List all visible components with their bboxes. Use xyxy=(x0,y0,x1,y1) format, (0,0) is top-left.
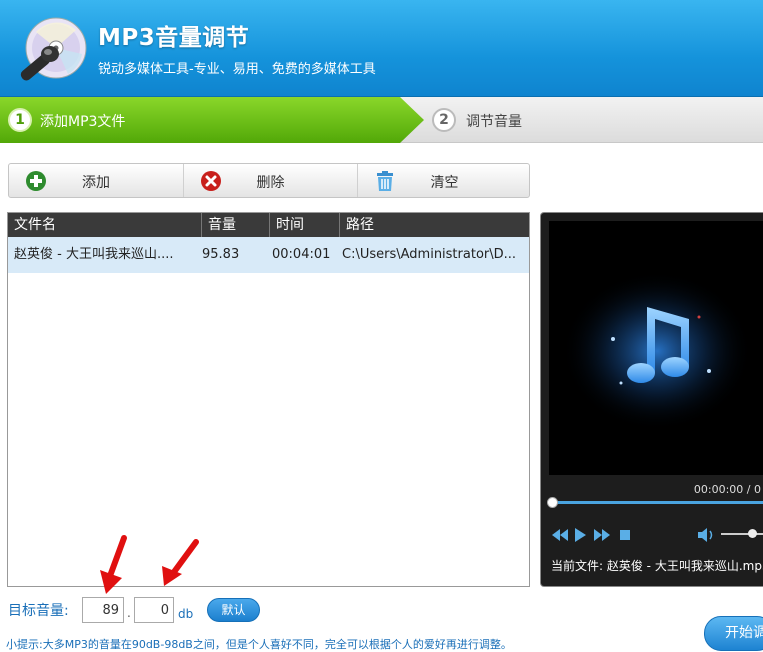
cell-volume: 95.83 xyxy=(202,247,240,262)
table-row[interactable]: 赵英俊 - 大王叫我来巡山.... 95.83 00:04:01 C:\User… xyxy=(8,237,529,273)
delete-button[interactable]: 删除 xyxy=(183,164,357,197)
column-header-volume[interactable]: 音量 xyxy=(202,213,270,237)
step-label: 调节音量 xyxy=(466,114,522,130)
default-button[interactable]: 默认 xyxy=(207,598,260,622)
app-subtitle: 锐动多媒体工具-专业、易用、免费的多媒体工具 xyxy=(98,62,376,77)
annotation-arrow xyxy=(100,535,127,594)
step-label: 添加MP3文件 xyxy=(40,114,126,130)
preview-player: 00:00:00 / 0 当前文件: 赵英俊 - 大王叫我来巡山.mp3 xyxy=(540,212,763,587)
volume-decimal-input[interactable] xyxy=(134,597,174,623)
unit-label: db xyxy=(178,607,194,621)
add-label: 添加 xyxy=(82,175,110,191)
step-number: 2 xyxy=(432,108,456,132)
clear-label: 清空 xyxy=(430,175,459,191)
app-header: MP3音量调节 锐动多媒体工具-专业、易用、免费的多媒体工具 xyxy=(0,0,763,97)
file-table: 文件名 音量 时间 路径 赵英俊 - 大王叫我来巡山.... 95.83 00:… xyxy=(7,212,530,587)
cd-microphone-icon xyxy=(20,17,87,81)
add-button[interactable]: 添加 xyxy=(9,164,183,197)
volume-slider-handle[interactable] xyxy=(748,529,757,538)
stop-icon[interactable] xyxy=(619,527,631,543)
column-header-filename[interactable]: 文件名 xyxy=(8,213,202,237)
play-icon[interactable] xyxy=(573,527,587,543)
cell-path: C:\Users\Administrator\D... xyxy=(342,247,517,262)
clear-button[interactable]: 清空 xyxy=(357,164,531,197)
volume-integer-input[interactable] xyxy=(82,597,124,623)
step-add-files[interactable]: 1 添加MP3文件 xyxy=(0,97,424,143)
column-header-time[interactable]: 时间 xyxy=(270,213,340,237)
annotation-arrow xyxy=(162,539,199,586)
column-header-path[interactable]: 路径 xyxy=(340,213,529,237)
cell-time: 00:04:01 xyxy=(272,247,331,262)
cell-filename: 赵英俊 - 大王叫我来巡山.... xyxy=(14,247,174,262)
seek-handle[interactable] xyxy=(547,497,558,508)
start-button[interactable]: 开始调 xyxy=(704,616,763,651)
decimal-dot: . xyxy=(127,606,131,620)
rewind-icon[interactable] xyxy=(551,527,569,543)
step-adjust-volume[interactable]: 2 调节音量 xyxy=(430,97,630,143)
file-toolbar: 添加 删除 清空 xyxy=(8,163,530,198)
steps-bar: 1 添加MP3文件 2 调节音量 xyxy=(0,97,763,143)
player-screen xyxy=(549,221,763,475)
table-header: 文件名 音量 时间 路径 xyxy=(8,213,529,237)
tip-text: 小提示:大多MP3的音量在90dB-98dB之间，但是个人喜好不同，完全可以根据… xyxy=(6,638,512,651)
music-note-icon xyxy=(562,271,752,431)
current-file-label: 当前文件: 赵英俊 - 大王叫我来巡山.mp3 xyxy=(551,559,763,573)
delete-label: 删除 xyxy=(256,175,285,191)
forward-icon[interactable] xyxy=(593,527,611,543)
target-volume-label: 目标音量: xyxy=(8,603,69,619)
seek-bar[interactable] xyxy=(551,501,763,504)
volume-icon[interactable] xyxy=(697,527,715,543)
step-number: 1 xyxy=(8,108,32,132)
app-title: MP3音量调节 xyxy=(98,25,250,51)
